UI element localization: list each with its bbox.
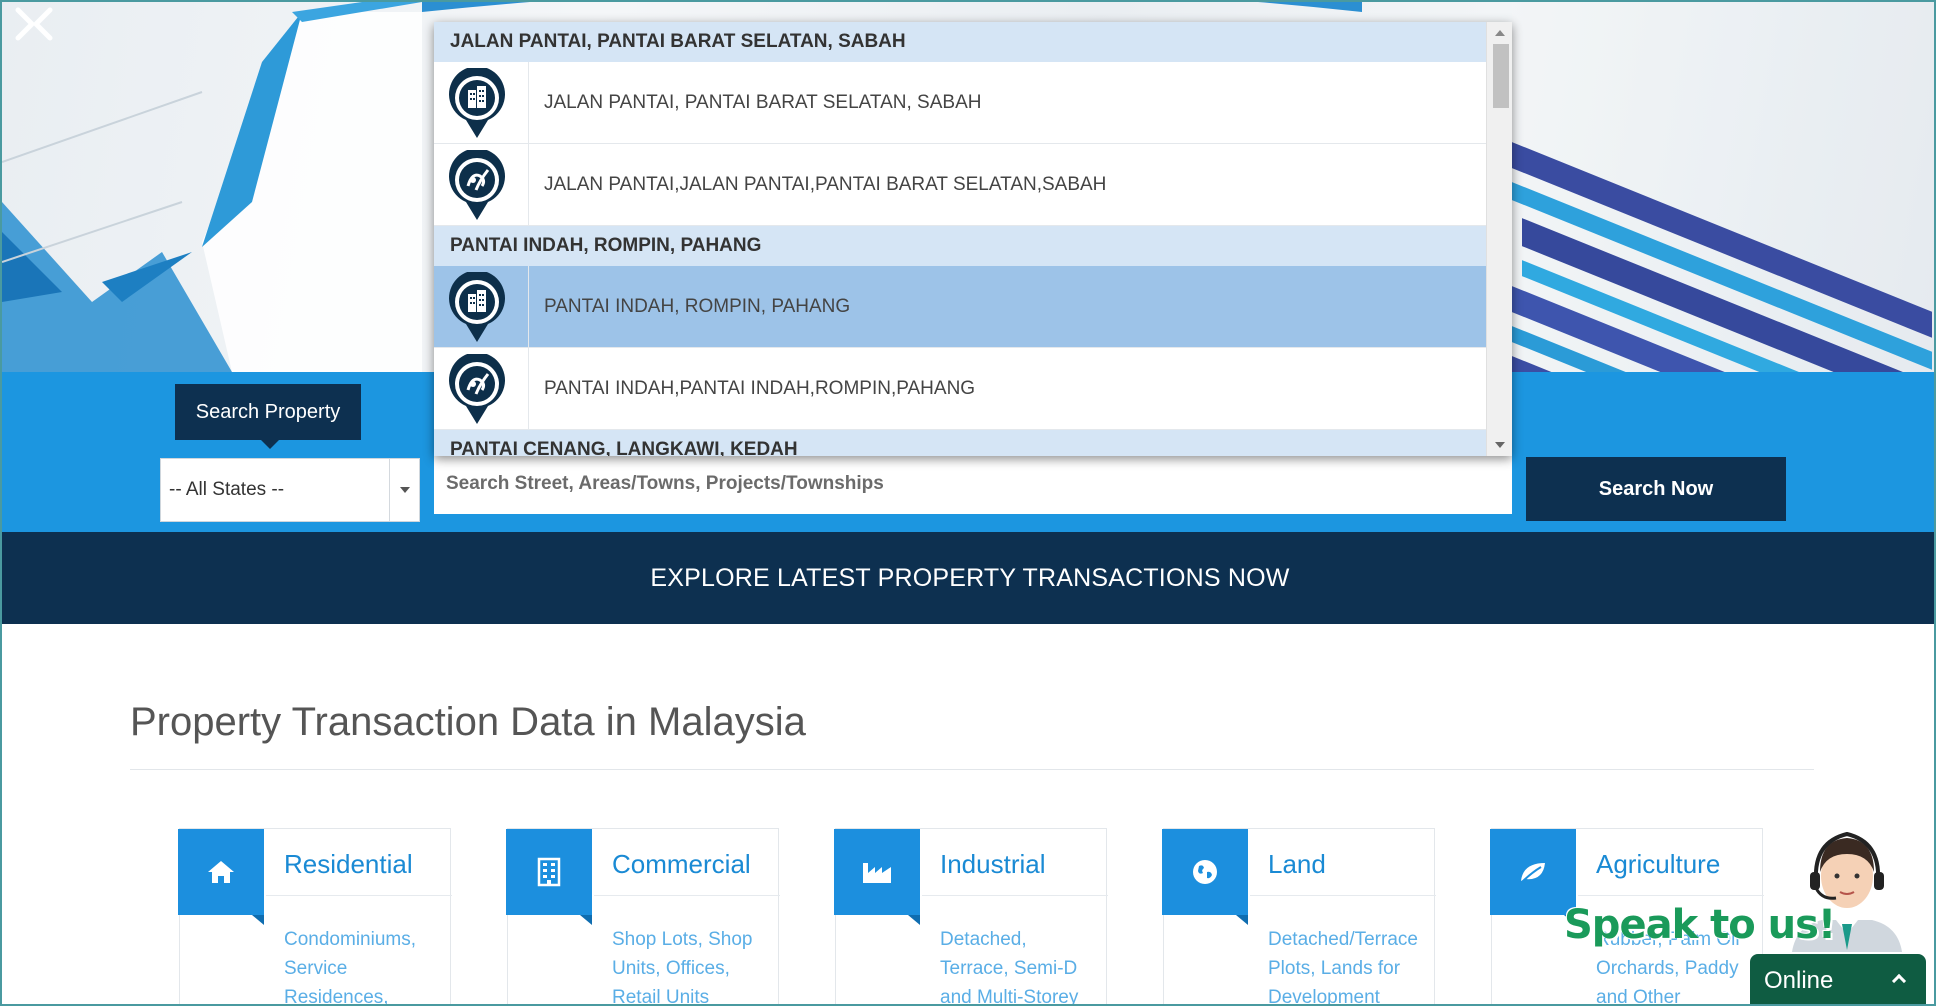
suggestion-label: JALAN PANTAI, PANTAI BARAT SELATAN, SABA… <box>544 92 982 113</box>
suggestion-label: PANTAI INDAH,PANTAI INDAH,ROMPIN,PAHANG <box>544 378 976 399</box>
divider <box>266 895 452 896</box>
state-select-caret[interactable] <box>389 459 419 521</box>
divider <box>528 144 529 226</box>
scrollbar-thumb[interactable] <box>1493 44 1509 108</box>
category-card-industrial[interactable]: Industrial Detached, Terrace, Semi-D and… <box>834 828 1108 1006</box>
category-title[interactable]: Residential <box>284 849 413 880</box>
home-icon <box>178 829 264 925</box>
category-title[interactable]: Industrial <box>940 849 1046 880</box>
search-input[interactable] <box>434 454 1512 514</box>
category-description: Shop Lots, Shop Units, Offices, Retail U… <box>612 929 753 1006</box>
speak-to-us-label[interactable]: Speak to us! <box>1564 902 1836 948</box>
building-pin-icon <box>449 68 505 138</box>
divider <box>594 895 780 896</box>
hero-next-arrow-icon[interactable] <box>2 2 46 46</box>
chevron-up-icon[interactable] <box>1891 973 1907 989</box>
chevron-down-icon <box>399 487 410 493</box>
search-property-tab[interactable]: Search Property <box>175 384 361 449</box>
page: Search Property -- All States -- Search … <box>0 0 1936 1006</box>
explore-transactions-banner[interactable]: EXPLORE LATEST PROPERTY TRANSACTIONS NOW <box>2 532 1934 624</box>
factory-icon <box>834 829 920 925</box>
globe-icon <box>1162 829 1248 925</box>
suggestion-group-header: PANTAI INDAH, ROMPIN, PAHANG <box>434 226 1486 266</box>
building-pin-icon <box>449 272 505 342</box>
suggestion-group-header: PANTAI CENANG, LANGKAWI, KEDAH <box>434 430 1486 456</box>
category-card-commercial[interactable]: Commercial Shop Lots, Shop Units, Office… <box>506 828 780 1006</box>
suggestion-label: JALAN PANTAI,JALAN PANTAI,PANTAI BARAT S… <box>544 174 1107 195</box>
road-pin-icon <box>449 354 505 424</box>
category-card-land[interactable]: Land Detached/Terrace Plots, Lands for D… <box>1162 828 1436 1006</box>
suggestion-item[interactable]: JALAN PANTAI,JALAN PANTAI,PANTAI BARAT S… <box>434 144 1486 226</box>
category-card-residential[interactable]: Residential Condominiums, Service Reside… <box>178 828 452 1006</box>
divider <box>1578 895 1764 896</box>
suggestion-item[interactable]: PANTAI INDAH,PANTAI INDAH,ROMPIN,PAHANG <box>434 348 1486 430</box>
road-pin-icon <box>449 150 505 220</box>
divider <box>528 266 529 348</box>
category-title[interactable]: Agriculture <box>1596 849 1720 880</box>
divider <box>528 62 529 144</box>
divider <box>1250 895 1436 896</box>
autocomplete-dropdown[interactable]: JALAN PANTAI, PANTAI BARAT SELATAN, SABA… <box>434 22 1512 456</box>
suggestion-item-highlighted[interactable]: PANTAI INDAH, ROMPIN, PAHANG <box>434 266 1486 348</box>
state-select[interactable]: -- All States -- <box>160 458 420 522</box>
category-description: Condominiums, Service Residences, <box>284 929 416 1006</box>
category-title[interactable]: Land <box>1268 849 1326 880</box>
divider <box>528 348 529 430</box>
scroll-down-icon[interactable] <box>1495 442 1505 448</box>
scroll-up-icon[interactable] <box>1495 30 1505 36</box>
suggestion-group-header: JALAN PANTAI, PANTAI BARAT SELATAN, SABA… <box>434 22 1486 62</box>
section-title: Property Transaction Data in Malaysia <box>130 700 806 744</box>
office-building-icon <box>506 829 592 925</box>
autocomplete-list: JALAN PANTAI, PANTAI BARAT SELATAN, SABA… <box>434 22 1486 456</box>
dropdown-scrollbar[interactable] <box>1486 22 1512 456</box>
chat-status-label: Online <box>1764 967 1834 994</box>
suggestion-item[interactable]: JALAN PANTAI, PANTAI BARAT SELATAN, SABA… <box>434 62 1486 144</box>
divider <box>922 895 1108 896</box>
category-description: Detached/Terrace Plots, Lands for Develo… <box>1268 929 1418 1006</box>
divider <box>130 769 1814 770</box>
category-description: Detached, Terrace, Semi-D and Multi-Stor… <box>940 929 1079 1006</box>
suggestion-label: PANTAI INDAH, ROMPIN, PAHANG <box>544 296 851 317</box>
search-now-button[interactable]: Search Now <box>1526 457 1786 521</box>
chat-online-bar[interactable]: Online <box>1750 954 1926 1004</box>
category-title[interactable]: Commercial <box>612 849 751 880</box>
state-select-value: -- All States -- <box>169 479 285 500</box>
